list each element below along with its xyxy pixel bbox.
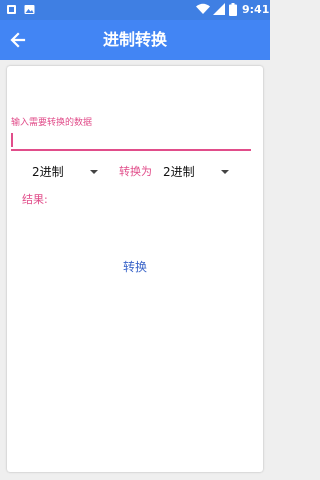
text-cursor: [11, 133, 13, 147]
to-base-value: 2进制: [163, 165, 195, 179]
app-bar: 进制转换: [0, 20, 270, 60]
notification-icon: [7, 5, 16, 14]
result-label: 结果:: [22, 193, 48, 206]
status-time: 9:41: [242, 3, 270, 16]
number-input[interactable]: [11, 131, 251, 151]
convert-button[interactable]: 转换: [110, 257, 160, 277]
battery-icon: [229, 3, 237, 16]
signal-icon: [213, 3, 225, 15]
status-bar: 9:41: [0, 0, 270, 20]
dropdown-arrow-icon: [221, 170, 229, 174]
input-label: 输入需要转换的数据: [11, 118, 93, 128]
from-base-value: 2进制: [32, 165, 64, 179]
page-title: 进制转换: [102, 30, 167, 49]
convert-to-label: 转换为: [119, 165, 152, 178]
wifi-icon: [196, 3, 210, 14]
image-icon: [24, 5, 35, 14]
to-base-dropdown[interactable]: 2进制: [163, 162, 233, 182]
from-base-dropdown[interactable]: 2进制: [32, 162, 102, 182]
dropdown-arrow-icon: [90, 170, 98, 174]
